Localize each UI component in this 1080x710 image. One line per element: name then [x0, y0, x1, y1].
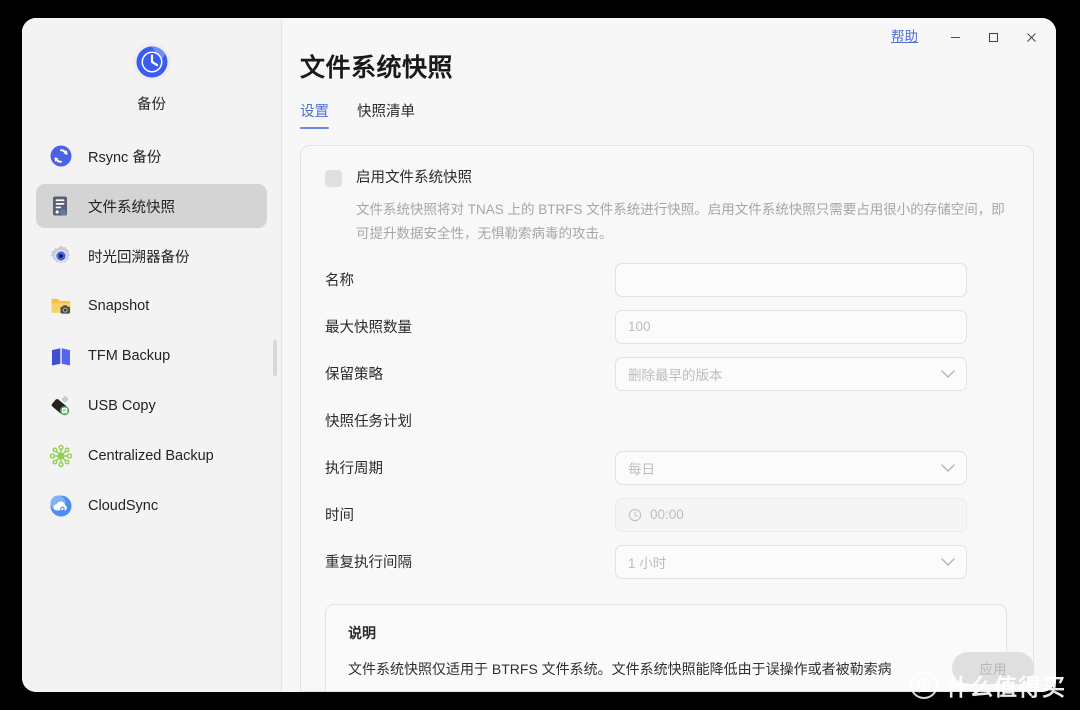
- field-label: 时间: [325, 508, 354, 525]
- tab-snapshot-list[interactable]: 快照清单: [357, 100, 415, 129]
- sidebar-item-label: TFM Backup: [88, 348, 171, 364]
- chevron-down-icon: [941, 460, 955, 475]
- folder-camera-icon: [48, 293, 74, 319]
- form-row-repeat-interval: 重复执行间隔 1 小时: [325, 542, 1007, 582]
- field-label: 保留策略: [325, 367, 383, 384]
- tfm-book-icon: [48, 343, 74, 369]
- sidebar-scrollbar[interactable]: [273, 340, 277, 376]
- snapshot-form: 名称 最大快照数量 100 保留策略 删除最早的版本 快照任务计划 执行周期 每…: [325, 260, 1007, 582]
- name-input[interactable]: [615, 262, 967, 297]
- field-label: 重复执行间隔: [325, 555, 412, 572]
- form-row-time: 时间 00:00: [325, 495, 1007, 535]
- max-snapshots-input[interactable]: 100: [615, 309, 967, 344]
- select-value: 每日: [628, 461, 655, 477]
- select-value: 删除最早的版本: [628, 367, 723, 383]
- sidebar-item-cloudsync[interactable]: CloudSync: [36, 484, 267, 528]
- help-link[interactable]: 帮助: [891, 30, 918, 44]
- field-label: 最大快照数量: [325, 320, 412, 337]
- field-label: 执行周期: [325, 461, 383, 478]
- clock-icon: [628, 508, 642, 522]
- sidebar-item-label: USB Copy: [88, 398, 156, 414]
- sidebar-item-rsync-backup[interactable]: Rsync 备份: [36, 134, 267, 178]
- apply-button[interactable]: 应用: [952, 652, 1034, 684]
- sidebar-item-label: CloudSync: [88, 498, 159, 514]
- close-button[interactable]: [1012, 22, 1050, 52]
- app-name: 备份: [137, 97, 166, 113]
- sidebar-nav: Rsync 备份 文件系统快照 时光回溯器备份 Snapshot TFM Bac…: [22, 134, 281, 528]
- sidebar-item-usb-copy[interactable]: USB Copy: [36, 384, 267, 428]
- cloud-sync-icon: [48, 493, 74, 519]
- main-content: 文件系统快照 设置 快照清单 启用文件系统快照 文件系统快照将对 TNAS 上的…: [282, 18, 1056, 692]
- form-row-retention-policy: 保留策略 删除最早的版本: [325, 354, 1007, 394]
- form-row-name: 名称: [325, 260, 1007, 300]
- form-row-schedule-section: 快照任务计划: [325, 401, 1007, 441]
- enable-snapshot-checkbox[interactable]: [325, 170, 342, 187]
- sidebar-item-label: Centralized Backup: [88, 448, 214, 464]
- enable-snapshot-row: 启用文件系统快照 文件系统快照将对 TNAS 上的 BTRFS 文件系统进行快照…: [325, 168, 1007, 246]
- tab-settings[interactable]: 设置: [300, 100, 329, 129]
- maximize-button[interactable]: [974, 22, 1012, 52]
- sidebar-item-label: 时光回溯器备份: [88, 249, 190, 266]
- form-row-max-snapshots: 最大快照数量 100: [325, 307, 1007, 347]
- time-machine-gear-icon: [48, 243, 74, 269]
- app-window: 帮助 备份 Rsync 备份 文件系统快照 时光回溯器备份 Snapshot T…: [22, 18, 1056, 692]
- enable-snapshot-label: 启用文件系统快照: [356, 170, 472, 186]
- form-row-frequency: 执行周期 每日: [325, 448, 1007, 488]
- repeat-interval-select[interactable]: 1 小时: [615, 544, 967, 579]
- filesystem-snapshot-icon: [48, 193, 74, 219]
- retention-policy-select[interactable]: 删除最早的版本: [615, 356, 967, 391]
- page-title: 文件系统快照: [300, 54, 454, 82]
- sidebar-item-centralized-backup[interactable]: Centralized Backup: [36, 434, 267, 478]
- frequency-select[interactable]: 每日: [615, 450, 967, 485]
- tab-bar: 设置 快照清单: [300, 100, 1034, 129]
- description-card: 说明 文件系统快照仅适用于 BTRFS 文件系统。文件系统快照能降低由于误操作或…: [325, 603, 1007, 691]
- minimize-button[interactable]: [936, 22, 974, 52]
- sidebar-item-label: 文件系统快照: [88, 199, 175, 216]
- description-title: 说明: [348, 624, 376, 641]
- settings-panel: 启用文件系统快照 文件系统快照将对 TNAS 上的 BTRFS 文件系统进行快照…: [300, 145, 1034, 692]
- sidebar-item-filesystem-snapshot[interactable]: 文件系统快照: [36, 184, 267, 228]
- app-brand: 备份: [22, 40, 281, 114]
- sidebar-item-snapshot[interactable]: Snapshot: [36, 284, 267, 328]
- network-nodes-icon: [48, 443, 74, 469]
- rsync-sync-icon: [48, 143, 74, 169]
- chevron-down-icon: [941, 554, 955, 569]
- sidebar-item-label: Snapshot: [88, 298, 150, 314]
- description-body: 文件系统快照仅适用于 BTRFS 文件系统。文件系统快照能降低由于误操作或者被勒…: [348, 660, 892, 677]
- schedule-section-label: 快照任务计划: [325, 414, 412, 431]
- time-input[interactable]: 00:00: [615, 497, 967, 532]
- time-value: 00:00: [650, 507, 684, 523]
- sidebar: 备份 Rsync 备份 文件系统快照 时光回溯器备份 Snapshot TFM …: [22, 18, 282, 692]
- sidebar-item-label: Rsync 备份: [88, 149, 162, 166]
- usb-drive-icon: [48, 393, 74, 419]
- enable-snapshot-description: 文件系统快照将对 TNAS 上的 BTRFS 文件系统进行快照。启用文件系统快照…: [356, 202, 1005, 241]
- window-body: 备份 Rsync 备份 文件系统快照 时光回溯器备份 Snapshot TFM …: [22, 18, 1056, 692]
- sidebar-item-time-machine-backup[interactable]: 时光回溯器备份: [36, 234, 267, 278]
- select-value: 1 小时: [628, 555, 667, 571]
- clock-backup-icon: [130, 40, 174, 84]
- sidebar-item-tfm-backup[interactable]: TFM Backup: [36, 334, 267, 378]
- chevron-down-icon: [941, 366, 955, 381]
- footer-actions: 应用: [952, 652, 1034, 684]
- field-label: 名称: [325, 273, 354, 290]
